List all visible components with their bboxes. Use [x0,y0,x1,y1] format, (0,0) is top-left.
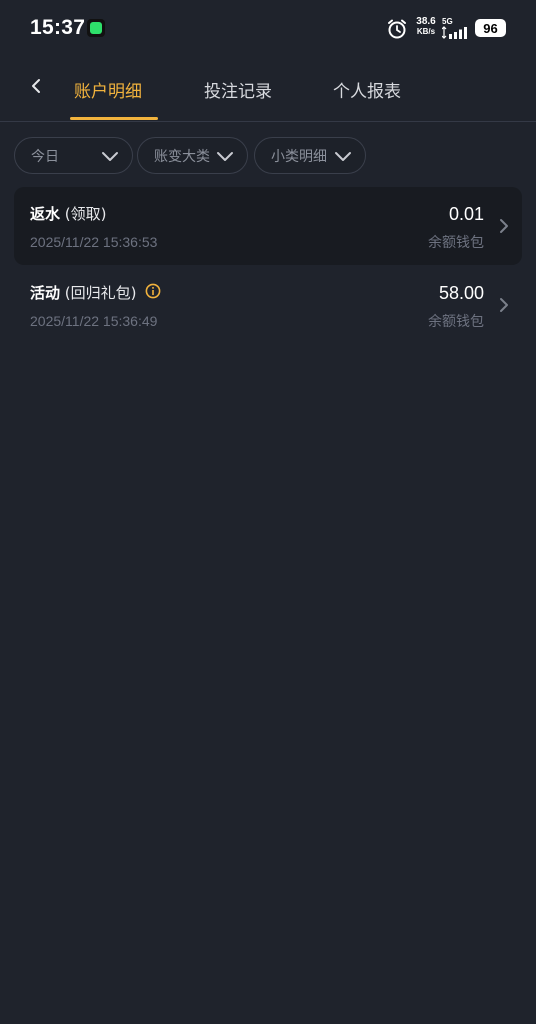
record-subtype: (回归礼包) [64,284,137,302]
account-details-page: 15:37 38.6 KB/s 5G 96 账户明细 投注记录 个人报表 今日 … [0,0,536,1024]
filter-subcategory-label: 小类明细 [271,148,327,165]
battery-indicator: 96 [475,19,506,37]
record-amount: 0.01 [448,204,484,224]
status-bar: 15:37 38.6 KB/s 5G 96 [0,0,536,58]
network-speed-unit: KB/s [416,27,436,36]
filter-date-label: 今日 [31,148,59,165]
list-item[interactable]: 活动 (回归礼包) 2025/11/22 15:36:49 58.00 余额钱包 [14,266,522,344]
filter-subcategory[interactable]: 小类明细 [254,137,366,174]
record-time: 2025/11/22 15:36:49 [30,313,158,329]
filter-category[interactable]: 账变大类 [137,137,248,174]
status-icons: 38.6 KB/s 5G 96 [336,0,536,58]
chevron-right-icon [500,298,508,312]
record-type: 活动 [30,284,61,302]
signal-icon [442,26,467,39]
network-speed: 38.6 KB/s [412,17,440,37]
record-wallet: 余额钱包 [428,235,484,251]
network-speed-value: 38.6 [416,16,436,27]
record-subtype: (领取) [64,205,107,223]
record-time: 2025/11/22 15:36:53 [30,234,158,250]
chevron-down-icon [335,152,351,161]
record-wallet: 余额钱包 [428,314,484,330]
chevron-right-icon [500,219,508,233]
music-app-icon [87,19,105,37]
chevron-down-icon [217,152,233,161]
record-amount: 58.00 [438,283,484,303]
tab-bet-records[interactable]: 投注记录 [204,77,272,102]
filter-category-label: 账变大类 [154,148,210,165]
tab-account-details[interactable]: 账户明细 [74,77,142,102]
record-type: 返水 [30,205,61,223]
alarm-icon [388,19,406,39]
info-icon[interactable] [145,283,161,299]
filter-date[interactable]: 今日 [14,137,133,174]
network-type: 5G [442,17,453,26]
back-button[interactable] [22,72,50,100]
record-title: 活动 (回归礼包) [30,282,137,303]
active-tab-indicator [70,117,158,120]
tab-header: 账户明细 投注记录 个人报表 [0,58,536,122]
record-title: 返水 (领取) [30,203,107,224]
chevron-left-icon [32,79,40,93]
tab-personal-report[interactable]: 个人报表 [333,77,401,102]
chevron-down-icon [102,152,118,161]
status-time: 15:37 [30,16,86,39]
list-item[interactable]: 返水 (领取) 2025/11/22 15:36:53 0.01 余额钱包 [14,187,522,265]
